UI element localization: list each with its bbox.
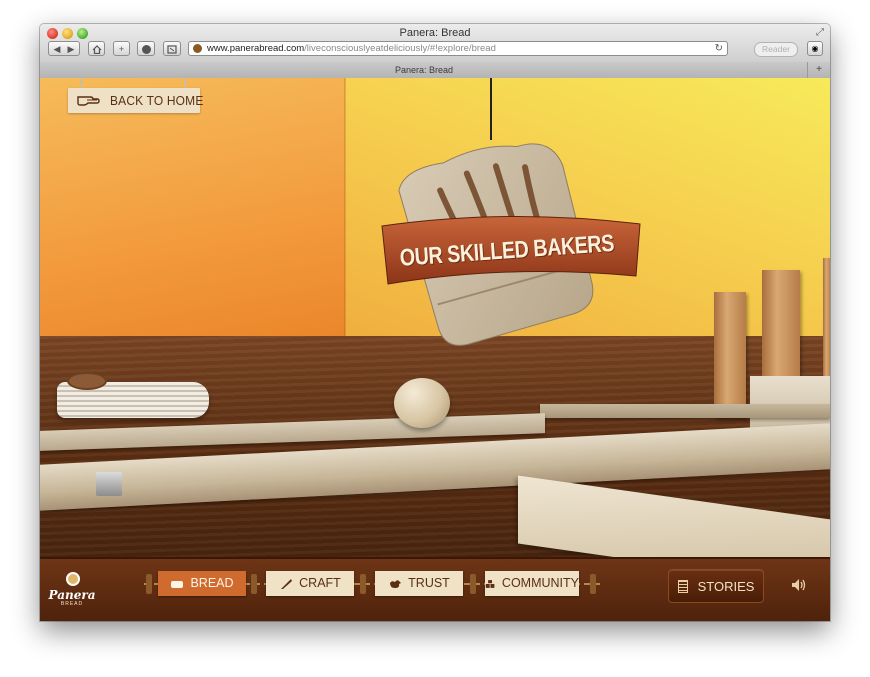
download-icon: ◉ — [811, 44, 819, 53]
url-host: www.panerabread.com — [207, 43, 305, 54]
nav-tab-community[interactable]: COMMUNITY — [485, 571, 579, 596]
rope-peg — [360, 574, 366, 594]
hanging-string — [490, 78, 492, 140]
rope-peg — [146, 574, 152, 594]
history-button[interactable] — [137, 41, 155, 56]
panera-logo-icon — [66, 572, 80, 586]
chicken-icon — [390, 579, 402, 588]
hanger-string — [184, 78, 186, 88]
show-all-tabs-button[interactable] — [163, 41, 181, 56]
rope-peg — [470, 574, 476, 594]
section-nav: BREAD CRAFT TRUST COMMUNITY — [144, 568, 600, 600]
reader-button[interactable]: Reader — [754, 42, 798, 57]
browser-window: Panera: Bread ⤢ ◀ ▶ + www.panerabread.com… — [40, 24, 830, 621]
dough-ball — [394, 378, 450, 428]
logo-subtitle: BREAD — [60, 601, 84, 607]
panera-logo[interactable]: Panera BREAD — [48, 572, 96, 607]
back-to-home-button[interactable]: BACK TO HOME — [68, 78, 204, 113]
back-arrow-icon[interactable]: ◀ — [50, 42, 64, 57]
wooden-domino — [823, 258, 830, 388]
rope-peg — [590, 574, 596, 594]
page-content: OUR SKILLED BAKERS BACK TO HOME Panera B… — [40, 78, 830, 621]
favicon-icon — [193, 44, 202, 53]
background-wall-left — [40, 78, 345, 348]
home-icon — [92, 45, 101, 55]
logo-wordmark: Panera — [48, 588, 96, 602]
url-path: /liveconsciouslyeatdeliciously/#!explore… — [304, 43, 496, 54]
knife-icon — [281, 578, 293, 589]
stories-label: STORIES — [697, 578, 755, 594]
nav-tab-label: COMMUNITY — [501, 576, 579, 590]
nav-tab-label: TRUST — [408, 576, 450, 590]
new-tab-button[interactable]: + — [807, 62, 830, 78]
window-title: Panera: Bread — [399, 27, 471, 39]
reload-icon[interactable]: ↻ — [715, 42, 723, 55]
address-bar[interactable]: www.panerabread.com/liveconsciouslyeatde… — [188, 41, 728, 56]
nav-tab-craft[interactable]: CRAFT — [266, 571, 354, 596]
stories-button[interactable]: STORIES — [668, 569, 764, 603]
wall-corner — [344, 78, 346, 348]
tab-bar: Panera: Bread + — [40, 62, 830, 79]
metal-cube — [96, 472, 122, 496]
tab-panera-bread[interactable]: Panera: Bread — [40, 62, 808, 78]
wooden-track-back — [540, 404, 830, 418]
rope-peg — [251, 574, 257, 594]
add-bookmark-button[interactable]: + — [113, 41, 130, 56]
back-forward-buttons: ◀ ▶ — [48, 41, 80, 56]
downloads-button[interactable]: ◉ — [807, 41, 823, 56]
document-icon — [677, 579, 688, 593]
clock-icon — [141, 45, 151, 54]
speaker-icon[interactable] — [790, 577, 808, 593]
platform-knob — [67, 372, 107, 390]
bottom-navigation: Panera BREAD BREAD CRAFT TRUST COMMUNITY… — [40, 557, 830, 621]
nav-tab-label: CRAFT — [299, 576, 341, 590]
nav-tab-trust[interactable]: TRUST — [375, 571, 463, 596]
nav-tab-label: BREAD — [190, 576, 234, 590]
hanger-string — [80, 78, 82, 88]
wooden-domino — [714, 292, 746, 418]
pointing-hand-icon — [77, 96, 100, 106]
nav-tab-bread[interactable]: BREAD — [158, 571, 246, 596]
bread-icon — [171, 580, 184, 588]
back-to-home-label: BACK TO HOME — [110, 93, 204, 108]
animated-scene[interactable]: OUR SKILLED BAKERS BACK TO HOME — [40, 78, 830, 589]
home-button[interactable] — [88, 41, 105, 56]
fullscreen-icon[interactable]: ⤢ — [816, 27, 824, 38]
forward-arrow-icon[interactable]: ▶ — [64, 42, 78, 57]
boxes-icon — [485, 579, 495, 588]
expand-icon — [167, 45, 177, 54]
title-bar: Panera: Bread ⤢ ◀ ▶ + www.panerabread.com… — [40, 24, 830, 63]
